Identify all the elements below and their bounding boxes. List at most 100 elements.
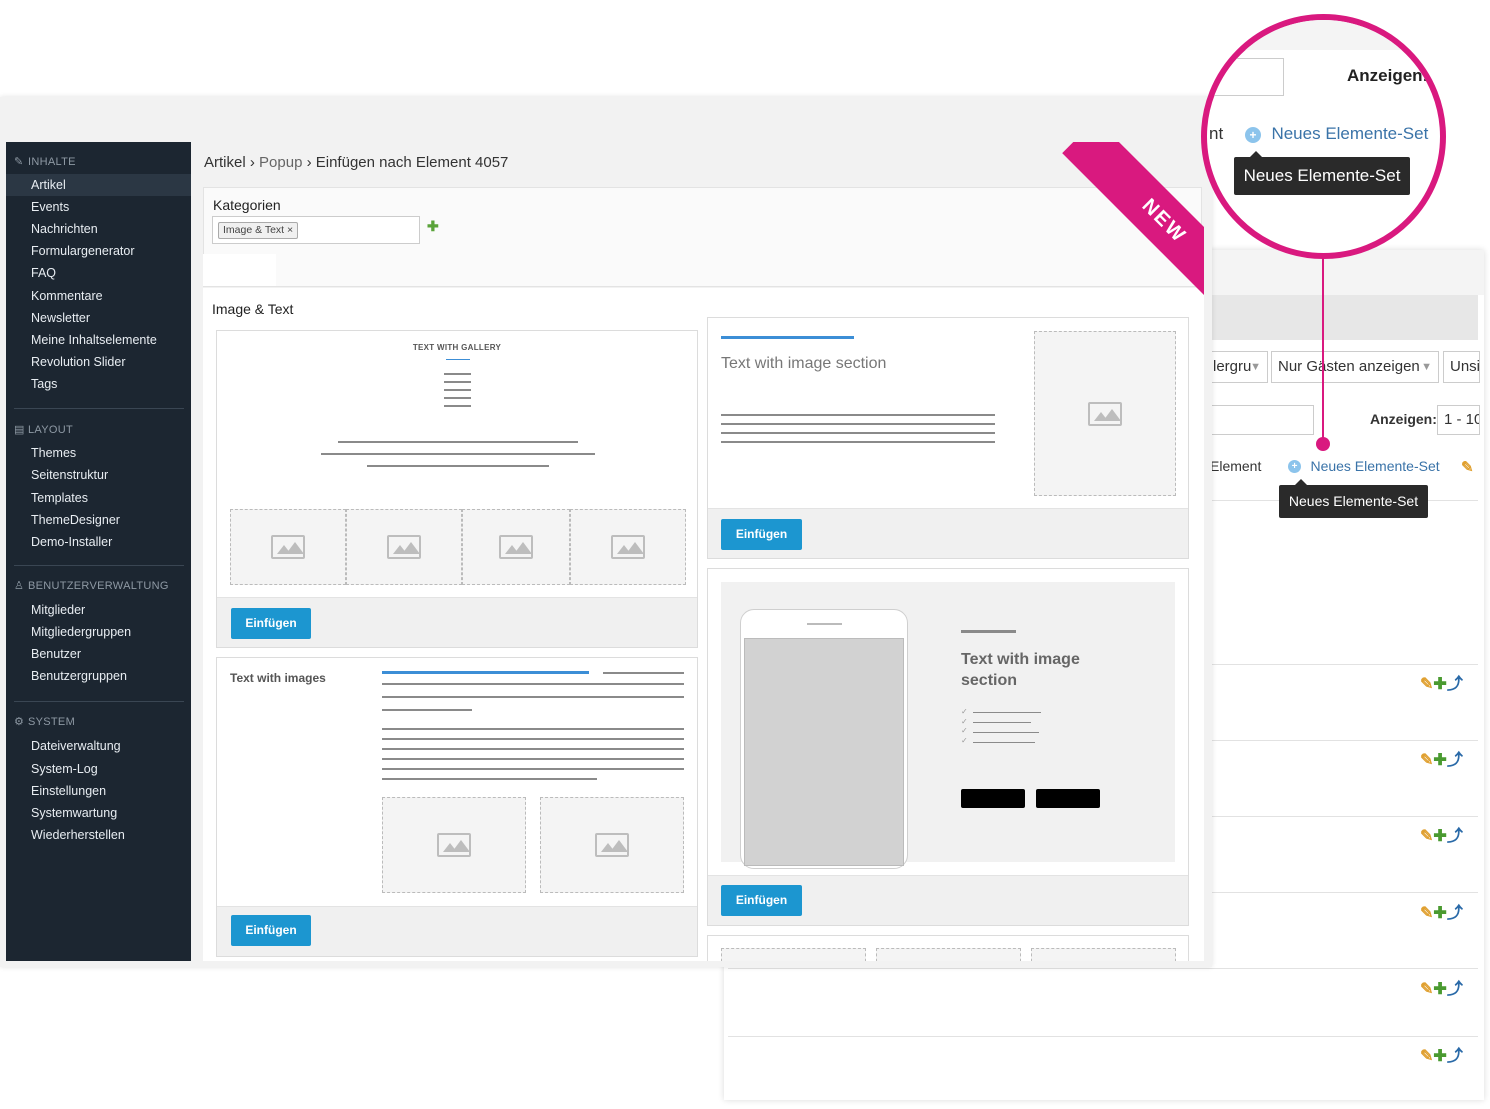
tab-active[interactable] [203,254,276,286]
filter-group-value: lergru [1213,358,1252,375]
sidebar-item-dateiverwaltung[interactable]: Dateiverwaltung [6,735,191,757]
sidebar-item-inhaltselemente[interactable]: Meine Inhaltselemente [6,329,191,351]
text-line [973,712,1041,713]
sidebar-item-events[interactable]: Events [6,196,191,218]
text-line [321,453,595,455]
phone-speaker [807,623,842,625]
template-card-text-images[interactable]: Text with images Einfügen [216,657,698,957]
user-icon: ♙ [14,580,25,592]
plus-icon[interactable]: ✚ [1433,676,1446,693]
sidebar-item-mitglieder[interactable]: Mitglieder [6,599,191,621]
sidebar-item-benutzer[interactable]: Benutzer [6,643,191,665]
layout-icon: ▤ [14,424,25,436]
filter-visibility-select[interactable]: Unsi [1443,351,1480,383]
card-heading: Text with image section [721,355,887,372]
sidebar-item-artikel[interactable]: Artikel [6,174,191,196]
sidebar-section-title: BENUTZERVERWALTUNG [28,580,169,592]
sidebar-item-themedesigner[interactable]: ThemeDesigner [6,509,191,531]
sidebar-item-benutzergruppen[interactable]: Benutzergruppen [6,665,191,687]
arrow-icon[interactable]: ⤴ [1447,676,1463,693]
new-element-link[interactable]: Element [1210,458,1261,474]
image-icon [499,535,533,559]
text-line [338,441,578,443]
pencil-icon[interactable]: ✎ [1420,752,1433,769]
insert-button[interactable]: Einfügen [231,915,311,946]
sidebar-item-system-log[interactable]: System-Log [6,758,191,780]
template-card-gallery[interactable]: TEXT WITH GALLERY Einfügen [216,330,698,648]
text-line [603,672,684,674]
sidebar-item-einstellungen[interactable]: Einstellungen [6,780,191,802]
pencil-icon[interactable]: ✎ [1420,1048,1433,1065]
new-ribbon: NEW [1004,142,1204,312]
plus-icon[interactable]: ✚ [1433,1048,1446,1065]
plus-icon[interactable]: ✚ [1433,981,1446,998]
arrow-icon[interactable]: ⤴ [1447,828,1463,845]
row-divider [728,1036,1478,1037]
category-input[interactable]: Image & Text × [212,216,420,244]
pencil-icon[interactable]: ✎ [1420,828,1433,845]
zoom-element-link[interactable]: nt [1209,124,1223,144]
row-actions: ✎✚⤴ [1420,822,1463,846]
sidebar-section-system: ⚙ SYSTEM [14,715,75,728]
sidebar-item-demo-installer[interactable]: Demo-Installer [6,531,191,553]
template-card-partial[interactable] [707,935,1189,961]
sidebar-section-benutzer: ♙ BENUTZERVERWALTUNG [14,579,169,592]
checklist: ✓ ✓ ✓ ✓ [961,707,968,745]
filter-guests-value: Nur Gästen anzeigen [1278,358,1420,375]
sidebar-item-revolution-slider[interactable]: Revolution Slider [6,351,191,373]
edit-multiple-icon[interactable]: ✎ [1461,458,1474,476]
breadcrumb-current: Einfügen nach Element 4057 [315,154,509,171]
pencil-icon[interactable]: ✎ [1420,676,1433,693]
category-tag-label: Image & Text [223,224,285,236]
text-line [444,397,471,399]
plus-icon[interactable]: ✚ [1433,828,1446,845]
image-placeholder [346,509,462,585]
sidebar-item-templates[interactable]: Templates [6,487,191,509]
sidebar-item-kommentare[interactable]: Kommentare [6,285,191,307]
add-category-icon[interactable]: ✚ [427,218,439,235]
zoom-new-element-set-link[interactable]: + Neues Elemente-Set [1245,124,1428,144]
breadcrumb-artikel[interactable]: Artikel [204,154,246,171]
sidebar-item-newsletter[interactable]: Newsletter [6,307,191,329]
sidebar-item-mitgliedergruppen[interactable]: Mitgliedergruppen [6,621,191,643]
template-card-image-section[interactable]: Text with image section Einfügen [707,317,1189,559]
filter-group-select[interactable]: lergru ▼ [1206,351,1268,383]
breadcrumb-popup[interactable]: Popup [259,154,302,171]
arrow-icon[interactable]: ⤴ [1447,981,1463,998]
pencil-icon[interactable]: ✎ [1420,905,1433,922]
plus-icon[interactable]: ✚ [1433,905,1446,922]
sidebar-item-seitenstruktur[interactable]: Seitenstruktur [6,464,191,486]
category-tag[interactable]: Image & Text × [218,222,299,239]
sidebar-item-wiederherstellen[interactable]: Wiederherstellen [6,824,191,846]
arrow-icon[interactable]: ⤴ [1447,1048,1463,1065]
text-line [382,768,684,770]
cta-button-preview [1036,789,1100,808]
search-input[interactable] [1206,405,1314,435]
arrow-icon[interactable]: ⤴ [1447,905,1463,922]
insert-button[interactable]: Einfügen [721,885,802,916]
arrow-icon[interactable]: ⤴ [1447,752,1463,769]
text-line [721,441,995,443]
page-size-select[interactable]: 1 - 10 [1437,405,1480,435]
sidebar-item-formulargenerator[interactable]: Formulargenerator [6,240,191,262]
plus-icon[interactable]: ✚ [1433,752,1446,769]
image-icon [1088,401,1122,426]
insert-button[interactable]: Einfügen [231,608,311,639]
new-ribbon-label: NEW [1062,142,1204,312]
filter-guests-select[interactable]: Nur Gästen anzeigen ▼ [1271,351,1439,383]
sidebar-item-faq[interactable]: FAQ [6,262,191,284]
sidebar-item-themes[interactable]: Themes [6,442,191,464]
sidebar-item-nachrichten[interactable]: Nachrichten [6,218,191,240]
insert-button[interactable]: Einfügen [721,519,802,550]
template-card-phone-section[interactable]: Text with image section ✓ ✓ ✓ ✓ Einfügen [707,568,1189,926]
zoom-search-input[interactable] [1207,58,1284,96]
new-element-set-link[interactable]: + Neues Elemente-Set [1288,458,1440,476]
sidebar-section-title: LAYOUT [28,424,73,436]
tag-remove-icon[interactable]: × [287,224,293,236]
sidebar-item-systemwartung[interactable]: Systemwartung [6,802,191,824]
row-actions: ✎✚⤴ [1420,975,1463,999]
phone-screen [744,638,904,866]
text-line [444,381,471,383]
pencil-icon[interactable]: ✎ [1420,981,1433,998]
sidebar-item-tags[interactable]: Tags [6,373,191,395]
